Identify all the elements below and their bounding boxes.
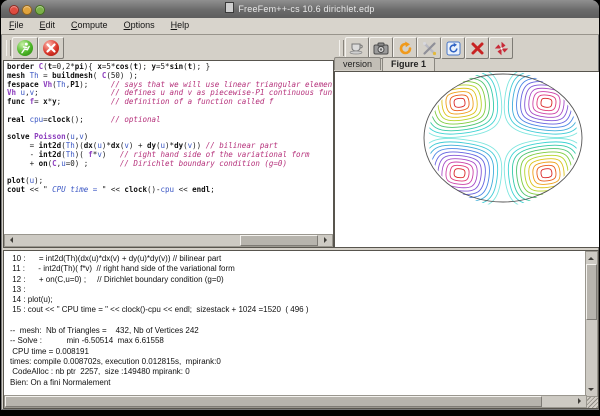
- window-title: FreeFem++-cs 10.6 dirichlet.edp: [1, 0, 599, 18]
- console-log: 10 : = int2d(Th)(dx(u)*dx(v) + dy(u)*dy(…: [10, 254, 585, 395]
- console-line: 13 :: [10, 285, 585, 295]
- scroll-up-arrow[interactable]: [588, 254, 594, 260]
- rotate-button[interactable]: [393, 37, 417, 59]
- menu-options[interactable]: Options: [116, 18, 163, 30]
- resize-grip[interactable]: [586, 396, 598, 408]
- console-line: 14 : plot(u);: [10, 295, 585, 305]
- toolbar-drag-handle[interactable]: [6, 40, 11, 56]
- menu-help[interactable]: Help: [163, 18, 198, 30]
- scroll-thumb[interactable]: [240, 235, 317, 246]
- console-line: CodeAlloc : nb ptr 2257, size :149480 mp…: [10, 367, 585, 377]
- run-button[interactable]: [12, 37, 38, 59]
- code-line: func f= x*y; // definition of a function…: [7, 98, 332, 107]
- code-editor-pane[interactable]: border C(t=0,2*pi){ x=5*cos(t); y=5*sin(…: [3, 60, 334, 248]
- console-line: -- mesh: Nb of Triangles = 432, Nb of Ve…: [10, 326, 585, 336]
- snapshot-button[interactable]: [369, 37, 393, 59]
- close-icon: [470, 41, 485, 56]
- pinwheel-icon: [494, 41, 509, 56]
- figure-pane[interactable]: [334, 71, 599, 248]
- rotate-icon: [398, 41, 413, 56]
- code-line: cout << " CPU time = " << clock()-cpu <<…: [7, 186, 332, 195]
- scroll-thumb[interactable]: [586, 264, 597, 321]
- refresh-button[interactable]: [441, 37, 465, 59]
- console-line: CPU time = 0.008191: [10, 347, 585, 357]
- console-hscrollbar[interactable]: [4, 395, 587, 408]
- console-line: Bien: On a fini Normalement: [10, 378, 585, 388]
- scroll-left-arrow[interactable]: [7, 237, 13, 243]
- refresh-icon: [446, 41, 461, 56]
- code-area[interactable]: border C(t=0,2*pi){ x=5*cos(t); y=5*sin(…: [7, 63, 332, 235]
- cup-icon: [349, 41, 365, 55]
- code-line: + on(C,u=0) ; // Dirichlet boundary cond…: [7, 160, 332, 169]
- scroll-right-arrow[interactable]: [578, 398, 584, 404]
- camera-icon: [373, 42, 389, 55]
- figure-tab-bar: versionFigure 1: [334, 57, 598, 71]
- tab-version[interactable]: version: [334, 57, 381, 70]
- run-icon: [17, 40, 33, 56]
- console-line: 12 : + on(C,u=0) ; // Dirichlet boundary…: [10, 275, 585, 285]
- contour-plot: [335, 72, 597, 245]
- tab-figure-1[interactable]: Figure 1: [382, 57, 435, 71]
- console-line: -- Solve : min -6.50514 max 6.61558: [10, 336, 585, 346]
- document-icon: [225, 2, 234, 13]
- busy-button[interactable]: [489, 37, 513, 59]
- console-line: times: compile 0.008702s, execution 0.01…: [10, 357, 585, 367]
- menu-bar: FileEditComputeOptionsHelp: [1, 18, 599, 35]
- tools-button[interactable]: [417, 37, 441, 59]
- console-line: 10 : = int2d(Th)(dx(u)*dx(v) + dy(u)*dy(…: [10, 254, 585, 264]
- console-line: 15 : cout << " CPU time = " << clock()-c…: [10, 305, 585, 315]
- stop-button[interactable]: [38, 37, 64, 59]
- screenshot: FreeFem++-cs 10.6 dirichlet.edp FileEdit…: [0, 0, 600, 416]
- console-line: [10, 316, 585, 326]
- scroll-down-arrow[interactable]: [588, 388, 594, 394]
- scroll-right-arrow[interactable]: [324, 237, 330, 243]
- code-line: [7, 169, 332, 178]
- delete-plot-button[interactable]: [465, 37, 489, 59]
- console-pane[interactable]: 10 : = int2d(Th)(dx(u)*dx(v) + dy(u)*dy(…: [3, 250, 599, 409]
- stop-icon: [43, 40, 59, 56]
- menu-edit[interactable]: Edit: [32, 18, 64, 30]
- scroll-thumb[interactable]: [5, 396, 542, 407]
- menu-file[interactable]: File: [1, 18, 32, 30]
- app-window: FreeFem++-cs 10.6 dirichlet.edp FileEdit…: [1, 0, 599, 410]
- menu-compute[interactable]: Compute: [63, 18, 116, 30]
- title-bar[interactable]: FreeFem++-cs 10.6 dirichlet.edp: [1, 0, 599, 19]
- graphics-toolbar-drag-handle[interactable]: [339, 40, 344, 56]
- tools-icon: [422, 41, 437, 56]
- console-line: 11 : - int2d(Th)( f*v) // right hand sid…: [10, 264, 585, 274]
- code-line: real cpu=clock(); // optional: [7, 116, 332, 125]
- console-vscrollbar[interactable]: [585, 251, 598, 397]
- cup-button[interactable]: [345, 37, 369, 59]
